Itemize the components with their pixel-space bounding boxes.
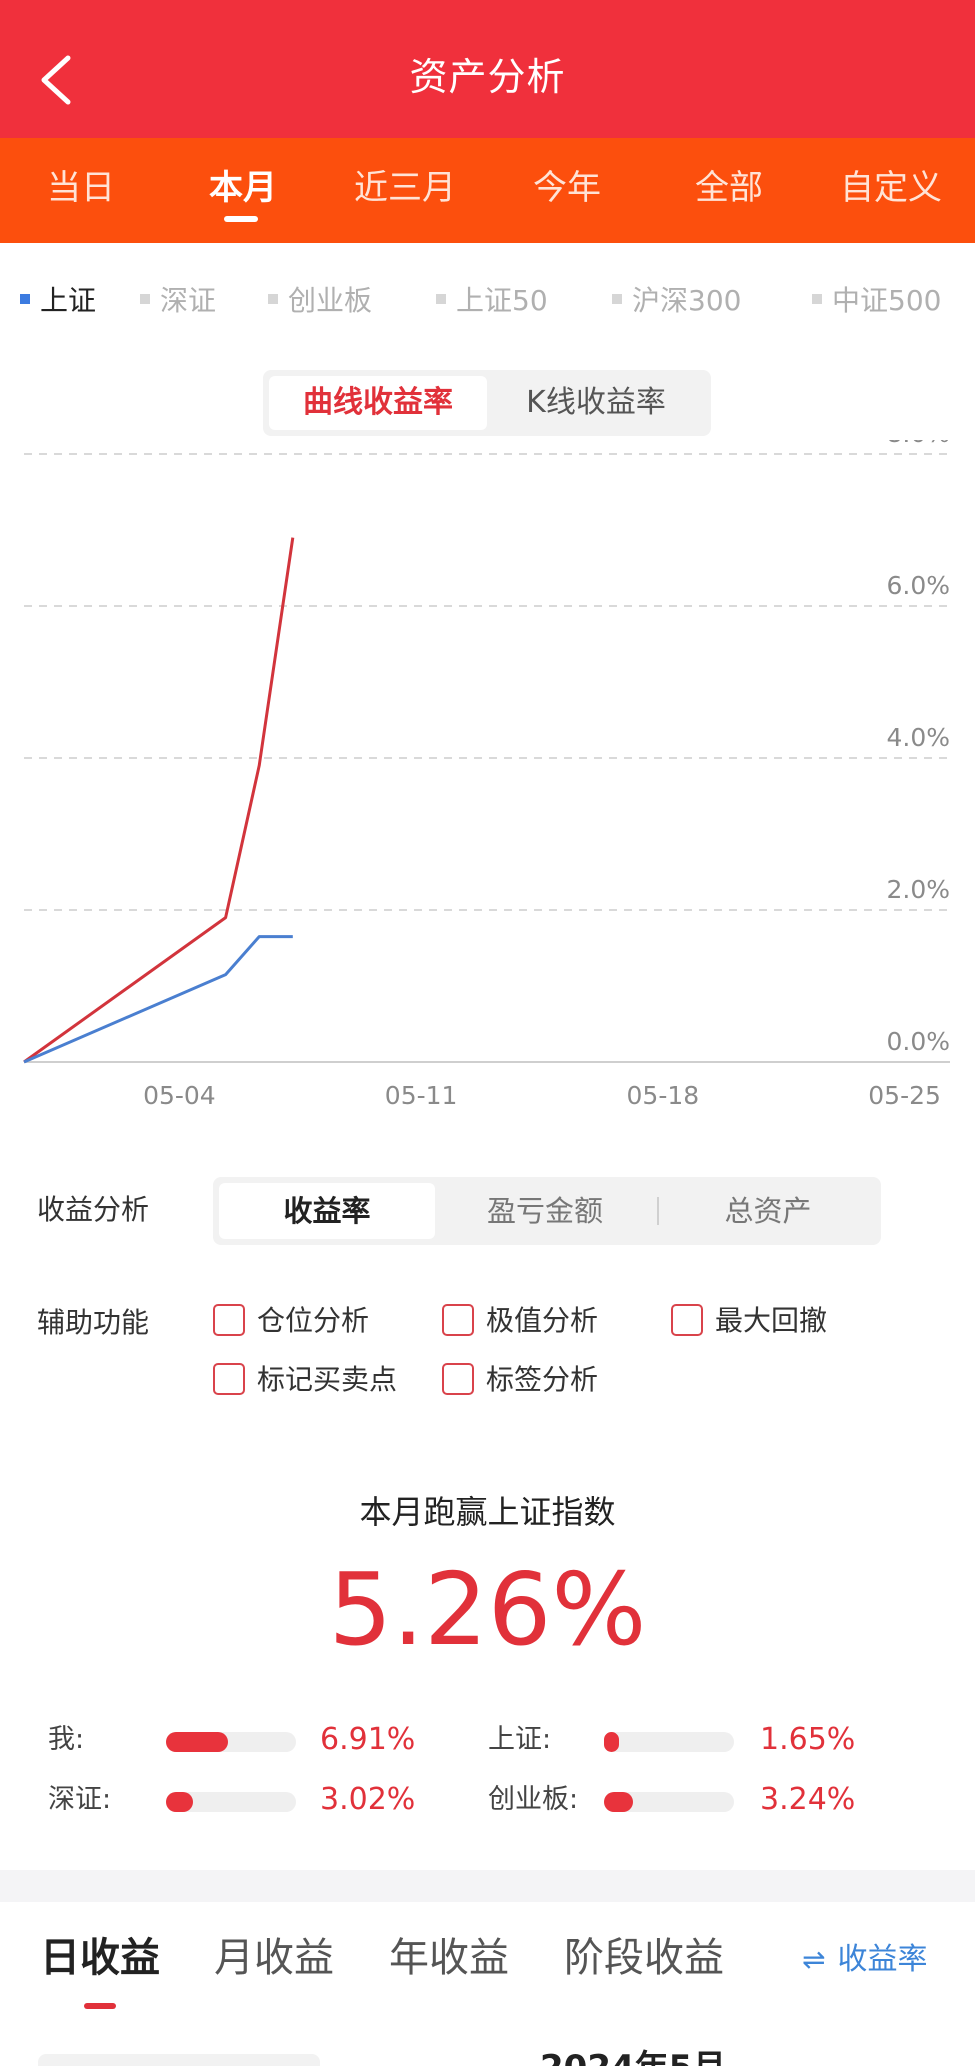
tab-this-month[interactable]: 本月	[162, 158, 324, 218]
return-rate-option[interactable]: 收益率	[219, 1183, 435, 1239]
y-tick-label: 4.0%	[886, 723, 950, 752]
tab-period-return[interactable]: 阶段收益	[564, 1930, 724, 1986]
tab-monthly-return[interactable]: 月收益	[214, 1930, 334, 1986]
square-icon	[20, 294, 30, 304]
profit-loss-option[interactable]: 盈亏金额	[437, 1183, 653, 1239]
period-tab-bar: 当日 本月 近三月 今年 全部 自定义	[0, 138, 975, 243]
x-tick-label: 05-11	[385, 1081, 458, 1110]
top-header: 资产分析	[0, 0, 975, 138]
tab-custom[interactable]: 自定义	[810, 158, 972, 218]
tab-today[interactable]: 当日	[0, 158, 162, 218]
series-line-me	[23, 537, 295, 1064]
active-tab-indicator	[84, 2003, 116, 2009]
comparison-bar	[604, 1732, 734, 1752]
checkbox-icon	[442, 1304, 474, 1336]
kline-return-button[interactable]: K线收益率	[487, 376, 705, 430]
index-shenzhen[interactable]: 深证	[140, 278, 216, 324]
beat-title: 本月跑赢上证指数	[359, 1493, 616, 1531]
checkbox-icon	[442, 1363, 474, 1395]
max-drawdown-checkbox[interactable]: 最大回撤	[671, 1301, 827, 1341]
index-csi300[interactable]: 沪深300	[612, 278, 741, 324]
comparison-shenzhen: 深证: 3.02%	[48, 1782, 416, 1817]
square-icon	[436, 294, 446, 304]
y-tick-label: 8.0%	[886, 440, 950, 448]
tab-three-months[interactable]: 近三月	[324, 158, 486, 218]
comparison-me: 我: 6.91%	[48, 1722, 416, 1757]
index-chinext[interactable]: 创业板	[268, 278, 372, 324]
partial-month-heading: 2024年5月	[540, 2046, 750, 2066]
comparison-bar	[604, 1792, 734, 1812]
chart-mode-toggle: 曲线收益率 K线收益率	[263, 370, 711, 436]
comparison-bar-fill	[604, 1792, 633, 1812]
index-shanghai[interactable]: 上证	[20, 278, 96, 324]
partial-card	[38, 2054, 320, 2066]
analysis-segmented-control: 收益率 盈亏金额 总资产	[213, 1177, 881, 1245]
comparison-bar	[166, 1732, 296, 1752]
swap-icon: ⇌	[802, 1943, 826, 1976]
index-sse50[interactable]: 上证50	[436, 278, 548, 324]
active-tab-indicator	[224, 216, 258, 222]
square-icon	[268, 294, 278, 304]
segment-divider	[657, 1197, 659, 1225]
switch-metric-link[interactable]: ⇌ 收益率	[802, 1940, 927, 1980]
curve-return-button[interactable]: 曲线收益率	[269, 376, 487, 430]
index-csi500[interactable]: 中证500	[812, 278, 941, 324]
asset-analysis-page: 资产分析 当日 本月 近三月 今年 全部 自定义 上证 深证 创业板 上证50 …	[0, 0, 975, 2066]
analysis-label: 收益分析	[37, 1193, 150, 1226]
mark-trades-checkbox[interactable]: 标记买卖点	[213, 1360, 397, 1400]
beat-value: 5.26%	[328, 1551, 647, 1668]
comparison-bar-fill	[166, 1792, 193, 1812]
y-tick-label: 6.0%	[886, 571, 950, 600]
tab-daily-return[interactable]: 日收益	[40, 1930, 160, 1986]
tag-analysis-checkbox[interactable]: 标签分析	[442, 1360, 598, 1400]
y-tick-label: 0.0%	[886, 1027, 950, 1056]
index-selector: 上证 深证 创业板 上证50 沪深300 中证500	[0, 278, 975, 324]
comparison-chinext: 创业板: 3.24%	[488, 1782, 856, 1817]
return-line-chart[interactable]: 0.0% 2.0% 4.0% 6.0% 8.0% 05-04 05-11 05-18 05-2…	[0, 440, 975, 1130]
x-tick-label: 05-18	[627, 1081, 700, 1110]
comparison-bar-fill	[166, 1732, 228, 1752]
square-icon	[140, 294, 150, 304]
page-title: 资产分析	[409, 55, 566, 99]
checkbox-icon	[213, 1304, 245, 1336]
x-tick-label: 05-25	[868, 1081, 941, 1110]
x-tick-label: 05-04	[143, 1081, 216, 1110]
aux-label: 辅助功能	[37, 1306, 150, 1339]
y-tick-label: 2.0%	[886, 875, 950, 904]
comparison-shanghai: 上证: 1.65%	[488, 1722, 856, 1757]
total-assets-option[interactable]: 总资产	[661, 1183, 875, 1239]
series-line-index	[23, 935, 293, 1064]
checkbox-icon	[671, 1304, 703, 1336]
square-icon	[612, 294, 622, 304]
extreme-value-checkbox[interactable]: 极值分析	[442, 1301, 598, 1341]
section-divider	[0, 1870, 975, 1902]
position-analysis-checkbox[interactable]: 仓位分析	[213, 1301, 369, 1341]
comparison-bar	[166, 1792, 296, 1812]
square-icon	[812, 294, 822, 304]
tab-all[interactable]: 全部	[648, 158, 810, 218]
tab-yearly-return[interactable]: 年收益	[389, 1930, 509, 1986]
comparison-bar-fill	[604, 1732, 619, 1752]
tab-this-year[interactable]: 今年	[486, 158, 648, 218]
checkbox-icon	[213, 1363, 245, 1395]
